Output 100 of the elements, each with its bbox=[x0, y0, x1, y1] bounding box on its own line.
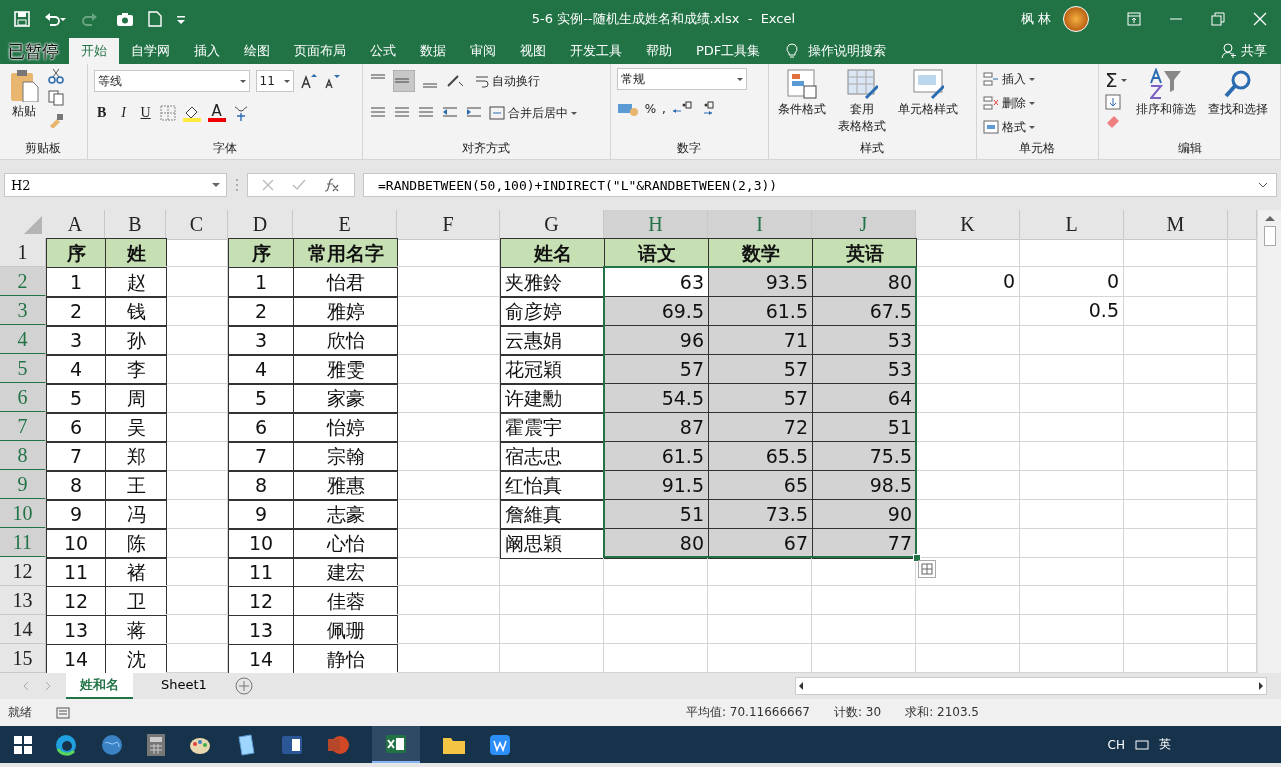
row-header[interactable]: 9 bbox=[0, 470, 46, 500]
row-header[interactable]: 3 bbox=[0, 296, 46, 326]
windows-start-icon[interactable] bbox=[14, 735, 32, 754]
row-header[interactable]: 4 bbox=[0, 325, 46, 355]
row-header[interactable]: 7 bbox=[0, 412, 46, 442]
ribbon-tab[interactable]: 数据 bbox=[408, 38, 458, 64]
undo-icon[interactable] bbox=[44, 11, 66, 27]
caret-icon[interactable] bbox=[1120, 78, 1127, 82]
sheet-tab[interactable]: Sheet1 bbox=[147, 673, 221, 699]
ribbon-tab[interactable]: 页面布局 bbox=[282, 38, 358, 64]
ime-mode[interactable]: 英 bbox=[1159, 736, 1171, 753]
format-painter-icon[interactable] bbox=[48, 112, 64, 128]
fill-icon[interactable] bbox=[1105, 94, 1121, 110]
caret-icon[interactable] bbox=[1028, 125, 1035, 129]
column-header[interactable]: H bbox=[604, 210, 708, 240]
scissors-icon[interactable] bbox=[48, 68, 64, 84]
currency-icon[interactable] bbox=[616, 101, 639, 117]
wps-icon[interactable] bbox=[488, 732, 512, 757]
add-sheet-icon[interactable] bbox=[234, 677, 253, 695]
cells-button[interactable]: 删除 bbox=[982, 92, 1035, 114]
row-header[interactable]: 11 bbox=[0, 528, 46, 558]
row-header[interactable]: 1 bbox=[0, 238, 46, 267]
tell-me-search[interactable]: 操作说明搜索 bbox=[808, 42, 887, 60]
row-header[interactable]: 2 bbox=[0, 267, 46, 297]
person-icon[interactable] bbox=[1221, 43, 1237, 59]
macro-record-icon[interactable] bbox=[56, 706, 70, 719]
autosum-button[interactable]: Σ bbox=[1105, 68, 1127, 92]
row-header[interactable]: 6 bbox=[0, 383, 46, 413]
ribbon-tab[interactable]: 开始 bbox=[69, 38, 119, 64]
styles-button[interactable]: 套用 表格格式 bbox=[834, 68, 889, 139]
ribbon-tab[interactable]: 插入 bbox=[182, 38, 232, 64]
calculator-icon[interactable] bbox=[146, 732, 166, 757]
ribbon-tab[interactable]: 自学网 bbox=[119, 38, 182, 64]
column-header[interactable]: I bbox=[708, 210, 812, 240]
editing-button[interactable]: 排序和筛选 bbox=[1132, 68, 1199, 139]
copy-icon[interactable] bbox=[48, 90, 64, 106]
column-header[interactable]: L bbox=[1020, 210, 1124, 240]
caret-icon[interactable] bbox=[571, 111, 577, 115]
row-header[interactable]: 10 bbox=[0, 499, 46, 529]
camera-icon[interactable] bbox=[116, 11, 134, 27]
horizontal-scrollbar[interactable] bbox=[795, 677, 1267, 695]
shrink-font-icon[interactable] bbox=[323, 73, 340, 89]
row-header[interactable]: 8 bbox=[0, 441, 46, 471]
caret-icon[interactable] bbox=[212, 183, 220, 187]
font-color-button[interactable]: A bbox=[207, 104, 226, 122]
input-language[interactable]: CH bbox=[1107, 737, 1125, 752]
caret-icon[interactable] bbox=[1028, 101, 1035, 105]
italic-button[interactable]: I bbox=[115, 105, 132, 121]
row-header[interactable]: 15 bbox=[0, 644, 46, 673]
close-icon[interactable] bbox=[1253, 12, 1267, 26]
number-format-dropdown[interactable]: 常规 bbox=[616, 68, 747, 90]
save-icon[interactable] bbox=[14, 11, 30, 27]
cells-button[interactable]: 插入 bbox=[982, 68, 1035, 90]
row-header[interactable]: 13 bbox=[0, 586, 46, 615]
caret-icon[interactable] bbox=[239, 79, 246, 83]
grow-font-icon[interactable] bbox=[299, 73, 318, 89]
bold-button[interactable]: B bbox=[93, 105, 110, 121]
ribbon-display-icon[interactable] bbox=[1127, 12, 1141, 26]
name-box[interactable]: H2 bbox=[4, 173, 227, 197]
row-header[interactable]: 5 bbox=[0, 354, 46, 384]
paste-button[interactable]: 粘贴 bbox=[6, 68, 42, 139]
scroll-right-icon[interactable] bbox=[1256, 681, 1266, 691]
column-header[interactable]: M bbox=[1124, 210, 1228, 240]
cells-button[interactable]: 格式 bbox=[982, 116, 1035, 138]
editing-button[interactable]: 查找和选择 bbox=[1204, 68, 1271, 139]
expand-icon[interactable] bbox=[1258, 182, 1268, 188]
globe-icon[interactable] bbox=[100, 732, 124, 757]
font-name-dropdown[interactable]: 等线 bbox=[93, 70, 250, 92]
ribbon-tab[interactable]: 视图 bbox=[508, 38, 558, 64]
browser-icon[interactable] bbox=[54, 732, 78, 757]
formula-field[interactable]: =RANDBETWEEN(50,100)+INDIRECT("L"&RANDBETWEEN(2,3)) bbox=[363, 173, 1277, 197]
styles-button[interactable]: 单元格样式 bbox=[894, 68, 961, 139]
caret-icon[interactable] bbox=[736, 77, 743, 81]
fill-color-icon[interactable] bbox=[181, 104, 202, 122]
ribbon-tab[interactable]: 公式 bbox=[358, 38, 408, 64]
ribbon-tab[interactable]: 绘图 bbox=[232, 38, 282, 64]
row-header[interactable]: 12 bbox=[0, 557, 46, 586]
ribbon-tab[interactable]: 审阅 bbox=[458, 38, 508, 64]
column-header[interactable]: C bbox=[166, 210, 228, 240]
sheet-tab[interactable]: 姓和名 bbox=[66, 673, 133, 699]
comma-style-button[interactable]: , bbox=[662, 102, 666, 116]
insert-function-icon[interactable] bbox=[324, 178, 340, 192]
ribbon-tab[interactable]: 开发工具 bbox=[558, 38, 634, 64]
caret-icon[interactable] bbox=[1028, 77, 1035, 81]
ribbon-tab[interactable]: 帮助 bbox=[634, 38, 684, 64]
keyboard-icon[interactable] bbox=[1135, 738, 1149, 751]
underline-button[interactable]: U bbox=[137, 105, 154, 121]
fill-handle[interactable] bbox=[913, 554, 921, 562]
column-header[interactable]: F bbox=[397, 210, 500, 240]
ribbon-tab[interactable]: PDF工具集 bbox=[684, 38, 773, 64]
column-header[interactable]: J bbox=[812, 210, 916, 240]
merge-center-button[interactable]: 合并后居中 bbox=[489, 104, 577, 122]
row-header[interactable]: 14 bbox=[0, 615, 46, 644]
styles-button[interactable]: 条件格式 bbox=[774, 68, 829, 139]
caret-icon[interactable] bbox=[283, 79, 290, 83]
percent-button[interactable]: % bbox=[644, 102, 657, 116]
font-size-dropdown[interactable]: 11 bbox=[255, 70, 294, 92]
wrap-text-button[interactable]: 自动换行 bbox=[475, 72, 540, 90]
scrollbar-thumb[interactable] bbox=[1263, 226, 1276, 246]
document-icon[interactable] bbox=[148, 11, 162, 27]
